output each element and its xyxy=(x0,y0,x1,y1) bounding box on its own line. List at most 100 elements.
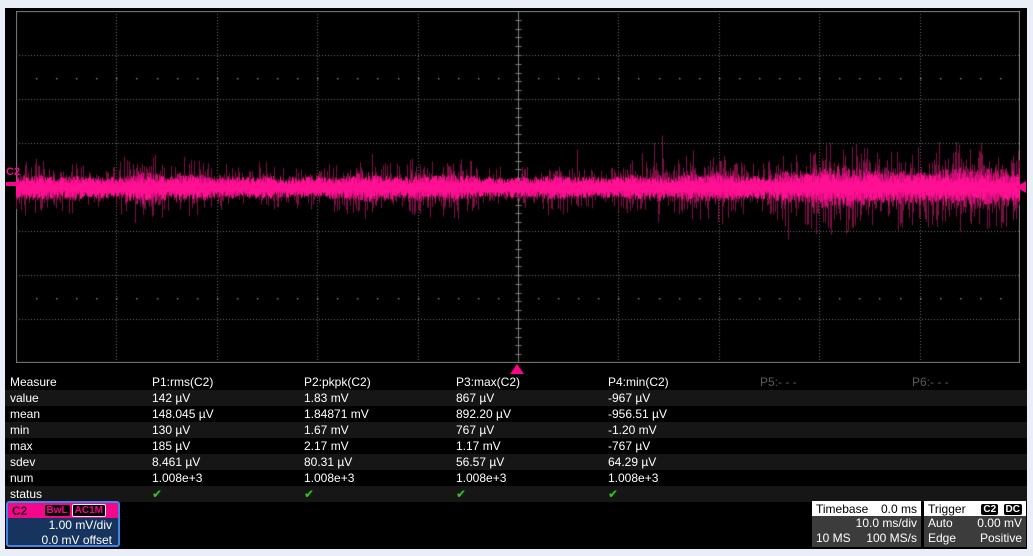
measure-row-status: status ✔ ✔ ✔ ✔ xyxy=(5,486,1027,502)
status-check-icon-p4: ✔ xyxy=(608,487,619,501)
oscilloscope-app: { "accent_pink": "#f5078c", "waveform": … xyxy=(0,0,1033,556)
measure-header-row: Measure P1:rms(C2) P2:pkpk(C2) P3:max(C2… xyxy=(5,374,1027,390)
row-label-min: min xyxy=(10,423,30,437)
mean-p4: -956.51 µV xyxy=(608,407,667,421)
trigger-level: 0.00 mV xyxy=(977,516,1022,530)
measure-table: Measure P1:rms(C2) P2:pkpk(C2) P3:max(C2… xyxy=(5,374,1027,502)
trigger-type: Edge xyxy=(928,531,957,545)
max-p4: -767 µV xyxy=(608,439,651,453)
measure-col-header-p5[interactable]: P5:- - - xyxy=(760,374,912,390)
measure-col-header-p1[interactable]: P1:rms(C2) xyxy=(152,374,304,390)
channel-c2-scale: 1.00 mV/div xyxy=(48,518,112,532)
channel-c2-descriptor-header[interactable]: C2 BwL AC1M xyxy=(8,503,118,518)
trigger-header[interactable]: Trigger C2 DC xyxy=(924,501,1026,516)
measure-col-header-p2[interactable]: P2:pkpk(C2) xyxy=(304,374,456,390)
measure-row-value: value 142 µV 1.83 mV 867 µV -967 µV xyxy=(5,390,1027,406)
sdev-p1: 8.461 µV xyxy=(152,455,201,469)
num-p3: 1.008e+3 xyxy=(456,471,507,485)
row-label-status: status xyxy=(10,487,43,501)
timebase-record-length: 10 MS xyxy=(816,531,851,545)
mean-p1: 148.045 µV xyxy=(152,407,214,421)
sdev-p2: 80.31 µV xyxy=(304,455,353,469)
trigger-time-marker-icon[interactable] xyxy=(510,364,524,374)
trigger-source-badge: C2 xyxy=(981,504,999,515)
timebase-sampling-line: 10 MS 100 MS/s xyxy=(812,531,921,546)
min-p1: 130 µV xyxy=(152,423,191,437)
sdev-p6 xyxy=(912,454,1027,470)
trigger-badges: C2 DC xyxy=(979,501,1022,516)
mean-p3: 892.20 µV xyxy=(456,407,511,421)
timebase-scale: 10.0 ms/div xyxy=(855,516,917,530)
num-p6 xyxy=(912,470,1027,486)
waveform-canvas[interactable] xyxy=(16,11,1020,363)
trigger-mode: Auto xyxy=(928,516,953,530)
min-p3: 767 µV xyxy=(456,423,495,437)
measure-row-num: num 1.008e+3 1.008e+3 1.008e+3 1.008e+3 xyxy=(5,470,1027,486)
measure-row-min: min 130 µV 1.67 mV 767 µV -1.20 mV xyxy=(5,422,1027,438)
timebase-title: Timebase xyxy=(816,501,869,516)
row-label-value: value xyxy=(10,391,39,405)
mean-p2: 1.84871 mV xyxy=(304,407,369,421)
min-p2: 1.67 mV xyxy=(304,423,349,437)
waveform-plot[interactable] xyxy=(16,11,1020,363)
timebase-position: 0.0 ms xyxy=(880,501,917,516)
status-check-icon-p2: ✔ xyxy=(304,487,315,501)
trigger-descriptor-box[interactable]: Trigger C2 DC Auto 0.00 mV Edge Positive xyxy=(924,501,1026,547)
status-check-icon-p3: ✔ xyxy=(456,487,467,501)
sdev-p5 xyxy=(760,454,912,470)
channel-c2-descriptor-box[interactable]: C2 BwL AC1M 1.00 mV/div 0.0 mV offset xyxy=(6,501,120,547)
min-p6 xyxy=(912,422,1027,438)
channel-c2-level-marker[interactable]: C2 xyxy=(6,167,20,186)
value-p2: 1.83 mV xyxy=(304,391,349,405)
max-p1: 185 µV xyxy=(152,439,191,453)
trigger-type-line: Edge Positive xyxy=(924,531,1026,546)
timebase-descriptor-box[interactable]: Timebase 0.0 ms 10.0 ms/div 10 MS 100 MS… xyxy=(812,501,921,547)
trigger-mode-line: Auto 0.00 mV xyxy=(924,516,1026,531)
num-p4: 1.008e+3 xyxy=(608,471,659,485)
num-p5 xyxy=(760,470,912,486)
coupling-badge: AC1M xyxy=(71,504,106,517)
timebase-scale-line: 10.0 ms/div xyxy=(812,516,921,531)
measure-col-header-p6[interactable]: P6:- - - xyxy=(912,374,1027,390)
bandwidth-limit-badge: BwL xyxy=(44,505,70,516)
channel-zero-level-bar xyxy=(6,182,19,186)
num-p2: 1.008e+3 xyxy=(304,471,355,485)
value-p1: 142 µV xyxy=(152,391,191,405)
value-p6 xyxy=(912,390,1027,406)
sdev-p3: 56.57 µV xyxy=(456,455,505,469)
min-p4: -1.20 mV xyxy=(608,423,657,437)
scope-screen: C2 Measure P1:rms(C2) P2:pkpk(C2) P3:max… xyxy=(5,8,1027,549)
timebase-sample-rate: 100 MS/s xyxy=(866,531,917,545)
measure-row-max: max 185 µV 2.17 mV 1.17 mV -767 µV xyxy=(5,438,1027,454)
measure-corner-label: Measure xyxy=(10,375,57,389)
timebase-header[interactable]: Timebase 0.0 ms xyxy=(812,501,921,516)
measure-row-mean: mean 148.045 µV 1.84871 mV 892.20 µV -95… xyxy=(5,406,1027,422)
status-check-icon-p6 xyxy=(912,486,1027,502)
trigger-title: Trigger xyxy=(928,501,966,516)
max-p3: 1.17 mV xyxy=(456,439,501,453)
measure-col-header-p3[interactable]: P3:max(C2) xyxy=(456,374,608,390)
value-p3: 867 µV xyxy=(456,391,495,405)
value-p4: -967 µV xyxy=(608,391,651,405)
row-label-sdev: sdev xyxy=(10,455,36,469)
max-p2: 2.17 mV xyxy=(304,439,349,453)
trigger-slope: Positive xyxy=(979,531,1022,545)
measure-row-sdev: sdev 8.461 µV 80.31 µV 56.57 µV 64.29 µV xyxy=(5,454,1027,470)
trigger-coupling-badge: DC xyxy=(1003,504,1022,515)
trigger-level-marker-icon[interactable] xyxy=(1016,181,1026,193)
sdev-p4: 64.29 µV xyxy=(608,455,657,469)
mean-p6 xyxy=(912,406,1027,422)
num-p1: 1.008e+3 xyxy=(152,471,203,485)
row-label-mean: mean xyxy=(10,407,41,421)
max-p5 xyxy=(760,438,912,454)
mean-p5 xyxy=(760,406,912,422)
channel-c2-name: C2 xyxy=(12,503,28,518)
row-label-max: max xyxy=(10,439,33,453)
value-p5 xyxy=(760,390,912,406)
channel-c2-offset: 0.0 mV offset xyxy=(41,533,112,547)
channel-c2-left-label: C2 xyxy=(6,166,21,178)
measure-col-header-p4[interactable]: P4:min(C2) xyxy=(608,374,760,390)
max-p6 xyxy=(912,438,1027,454)
min-p5 xyxy=(760,422,912,438)
status-check-icon-p5 xyxy=(760,486,912,502)
